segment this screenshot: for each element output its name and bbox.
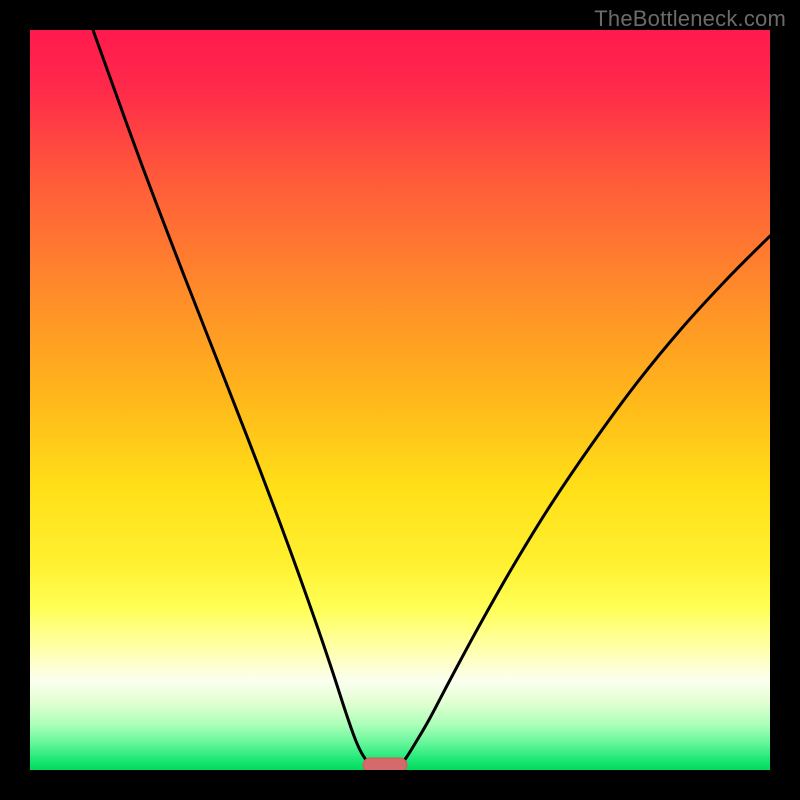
gradient-background [30,30,770,770]
chart-frame [30,30,770,770]
credit-text: TheBottleneck.com [594,6,786,32]
optimal-marker [363,758,407,770]
bottleneck-chart [30,30,770,770]
